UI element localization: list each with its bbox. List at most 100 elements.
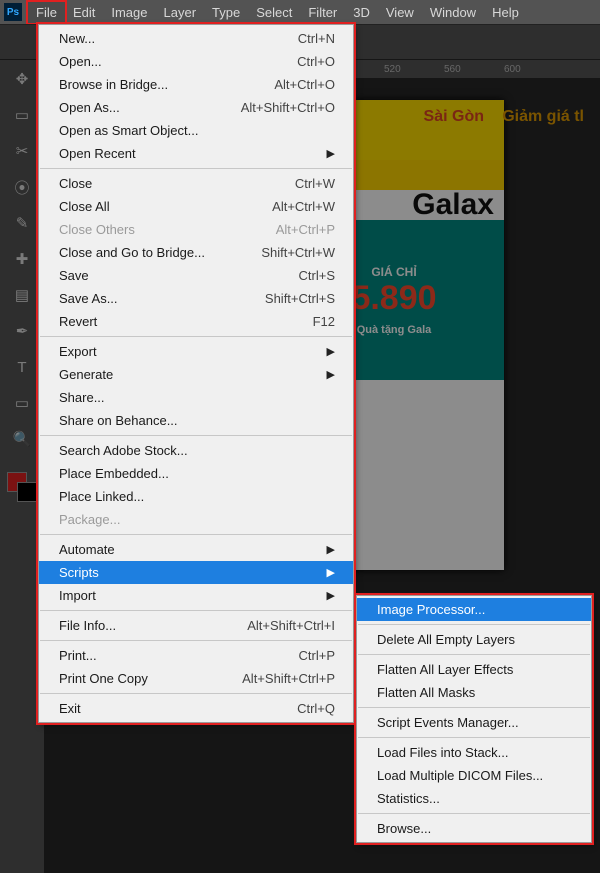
menu-item-shortcut: Alt+Ctrl+P bbox=[276, 222, 335, 237]
menu-item-label: Share... bbox=[59, 390, 105, 405]
scripts-menu-script-events-manager[interactable]: Script Events Manager... bbox=[357, 711, 591, 734]
menu-item-label: Close All bbox=[59, 199, 110, 214]
menu-window[interactable]: Window bbox=[422, 2, 484, 23]
file-menu-generate[interactable]: Generate▶ bbox=[39, 363, 353, 386]
menu-item-label: Close and Go to Bridge... bbox=[59, 245, 205, 260]
file-menu-share-on-behance[interactable]: Share on Behance... bbox=[39, 409, 353, 432]
submenu-arrow-icon: ▶ bbox=[327, 589, 335, 602]
pen-tool[interactable]: ✒ bbox=[9, 318, 35, 344]
menu-item-label: Save As... bbox=[59, 291, 118, 306]
healing-tool[interactable]: ✚ bbox=[9, 246, 35, 272]
menu-image[interactable]: Image bbox=[103, 2, 155, 23]
file-menu-open[interactable]: Open...Ctrl+O bbox=[39, 50, 353, 73]
file-menu-export[interactable]: Export▶ bbox=[39, 340, 353, 363]
menu-item-label: Open as Smart Object... bbox=[59, 123, 198, 138]
type-tool[interactable]: T bbox=[9, 354, 35, 380]
marquee-tool[interactable]: ▭ bbox=[9, 102, 35, 128]
crop-tool[interactable]: ✂ bbox=[9, 138, 35, 164]
move-tool[interactable]: ✥ bbox=[9, 66, 35, 92]
scripts-menu-delete-all-empty-layers[interactable]: Delete All Empty Layers bbox=[357, 628, 591, 651]
scripts-menu-separator bbox=[358, 737, 590, 738]
menu-item-label: Scripts bbox=[59, 565, 99, 580]
file-menu-separator bbox=[40, 435, 352, 436]
scripts-menu-flatten-all-masks[interactable]: Flatten All Masks bbox=[357, 681, 591, 704]
menu-edit[interactable]: Edit bbox=[65, 2, 103, 23]
menu-view[interactable]: View bbox=[378, 2, 422, 23]
file-menu-separator bbox=[40, 693, 352, 694]
scripts-menu-image-processor[interactable]: Image Processor... bbox=[357, 598, 591, 621]
canvas-gift: Quà tặng Gala bbox=[357, 324, 432, 336]
file-menu-close-all[interactable]: Close AllAlt+Ctrl+W bbox=[39, 195, 353, 218]
file-menu-automate[interactable]: Automate▶ bbox=[39, 538, 353, 561]
file-menu-place-linked[interactable]: Place Linked... bbox=[39, 485, 353, 508]
menu-item-label: Browse... bbox=[377, 821, 431, 836]
scripts-submenu: Image Processor... Delete All Empty Layer… bbox=[356, 595, 592, 843]
file-menu-package: Package... bbox=[39, 508, 353, 531]
menu-filter[interactable]: Filter bbox=[300, 2, 345, 23]
file-menu-print[interactable]: Print... Ctrl+P bbox=[39, 644, 353, 667]
scripts-menu-separator bbox=[358, 707, 590, 708]
file-menu-print-one-copy[interactable]: Print One CopyAlt+Shift+Ctrl+P bbox=[39, 667, 353, 690]
scripts-menu-separator bbox=[358, 654, 590, 655]
file-menu-save-as[interactable]: Save As... Shift+Ctrl+S bbox=[39, 287, 353, 310]
file-menu-save[interactable]: SaveCtrl+S bbox=[39, 264, 353, 287]
ruler-tick: 600 bbox=[504, 64, 521, 75]
scripts-menu-browse[interactable]: Browse... bbox=[357, 817, 591, 840]
menu-item-label: Load Files into Stack... bbox=[377, 745, 509, 760]
menu-item-label: New... bbox=[59, 31, 95, 46]
file-menu-open-recent[interactable]: Open Recent▶ bbox=[39, 142, 353, 165]
menu-item-label: Print... bbox=[59, 648, 97, 663]
menu-item-label: Export bbox=[59, 344, 97, 359]
menu-item-label: Open Recent bbox=[59, 146, 136, 161]
eyedropper-tool[interactable]: ⦿ bbox=[9, 174, 35, 200]
file-menu-new[interactable]: New...Ctrl+N bbox=[39, 27, 353, 50]
menu-type[interactable]: Type bbox=[204, 2, 248, 23]
menu-file[interactable]: File bbox=[28, 2, 65, 23]
file-menu-search-adobe-stock[interactable]: Search Adobe Stock... bbox=[39, 439, 353, 462]
file-menu-separator bbox=[40, 640, 352, 641]
menu-item-label: Flatten All Layer Effects bbox=[377, 662, 513, 677]
scripts-menu-flatten-all-layer-effects[interactable]: Flatten All Layer Effects bbox=[357, 658, 591, 681]
menubar: Ps FileEditImageLayerTypeSelectFilter3DV… bbox=[0, 0, 600, 24]
menu-layer[interactable]: Layer bbox=[156, 2, 205, 23]
file-menu-browse-in-bridge[interactable]: Browse in Bridge...Alt+Ctrl+O bbox=[39, 73, 353, 96]
menu-item-shortcut: Ctrl+Q bbox=[297, 701, 335, 716]
menu-select[interactable]: Select bbox=[248, 2, 300, 23]
scripts-menu-load-multiple-dicom-files[interactable]: Load Multiple DICOM Files... bbox=[357, 764, 591, 787]
file-menu-scripts[interactable]: Scripts▶ bbox=[39, 561, 353, 584]
brush-tool[interactable]: ✎ bbox=[9, 210, 35, 236]
file-menu-exit[interactable]: ExitCtrl+Q bbox=[39, 697, 353, 720]
menu-item-shortcut: Shift+Ctrl+S bbox=[265, 291, 335, 306]
menu-item-label: Revert bbox=[59, 314, 97, 329]
file-menu-import[interactable]: Import▶ bbox=[39, 584, 353, 607]
menu-item-shortcut: Ctrl+P bbox=[299, 648, 335, 663]
file-menu-open-as-smart-object[interactable]: Open as Smart Object... bbox=[39, 119, 353, 142]
file-menu-open-as[interactable]: Open As...Alt+Shift+Ctrl+O bbox=[39, 96, 353, 119]
menu-3d[interactable]: 3D bbox=[345, 2, 378, 23]
ruler-tick: 560 bbox=[444, 64, 461, 75]
canvas-price-label: GIÁ CHỈ bbox=[371, 265, 416, 279]
canvas-headline-1: Sài Gòn bbox=[424, 108, 484, 126]
file-menu-file-info[interactable]: File Info...Alt+Shift+Ctrl+I bbox=[39, 614, 353, 637]
menu-item-shortcut: Ctrl+W bbox=[295, 176, 335, 191]
canvas-price-value: 5.890 bbox=[351, 279, 436, 318]
scripts-menu-separator bbox=[358, 624, 590, 625]
background-swatch[interactable] bbox=[17, 482, 37, 502]
file-menu-place-embedded[interactable]: Place Embedded... bbox=[39, 462, 353, 485]
menu-help[interactable]: Help bbox=[484, 2, 527, 23]
scripts-menu-statistics[interactable]: Statistics... bbox=[357, 787, 591, 810]
scripts-menu-separator bbox=[358, 813, 590, 814]
file-menu-revert[interactable]: RevertF12 bbox=[39, 310, 353, 333]
menu-item-label: File Info... bbox=[59, 618, 116, 633]
menu-item-label: Close bbox=[59, 176, 92, 191]
file-menu: New...Ctrl+NOpen...Ctrl+OBrowse in Bridg… bbox=[38, 24, 354, 723]
file-menu-close[interactable]: Close Ctrl+W bbox=[39, 172, 353, 195]
menu-item-label: Place Embedded... bbox=[59, 466, 169, 481]
scripts-menu-load-files-into-stack[interactable]: Load Files into Stack... bbox=[357, 741, 591, 764]
file-menu-close-and-go-to-bridge[interactable]: Close and Go to Bridge...Shift+Ctrl+W bbox=[39, 241, 353, 264]
shape-tool[interactable]: ▭ bbox=[9, 390, 35, 416]
color-swatches[interactable] bbox=[7, 472, 37, 502]
gradient-tool[interactable]: ▤ bbox=[9, 282, 35, 308]
file-menu-share[interactable]: Share... bbox=[39, 386, 353, 409]
zoom-tool[interactable]: 🔍 bbox=[9, 426, 35, 452]
